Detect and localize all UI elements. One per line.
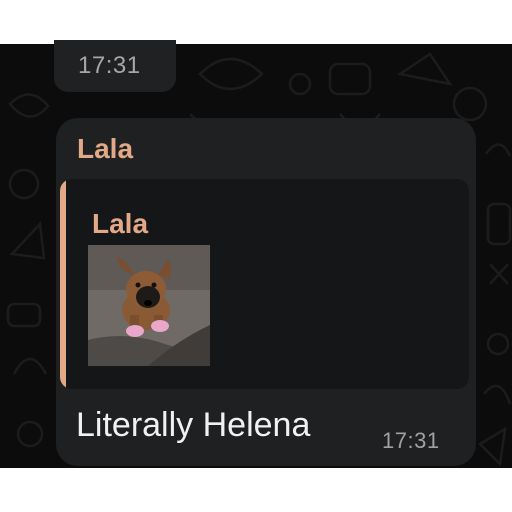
message-timestamp: 17:31	[382, 428, 440, 453]
separator-time: 17:31	[78, 52, 141, 79]
date-time-separator: 17:31	[54, 40, 176, 92]
quoted-photo-thumbnail[interactable]	[88, 245, 210, 366]
sender-name[interactable]: Lala	[77, 133, 133, 165]
message-text: Literally Helena	[76, 406, 311, 444]
quoted-sender-name: Lala	[92, 208, 149, 239]
quote-accent-bar	[60, 179, 66, 389]
